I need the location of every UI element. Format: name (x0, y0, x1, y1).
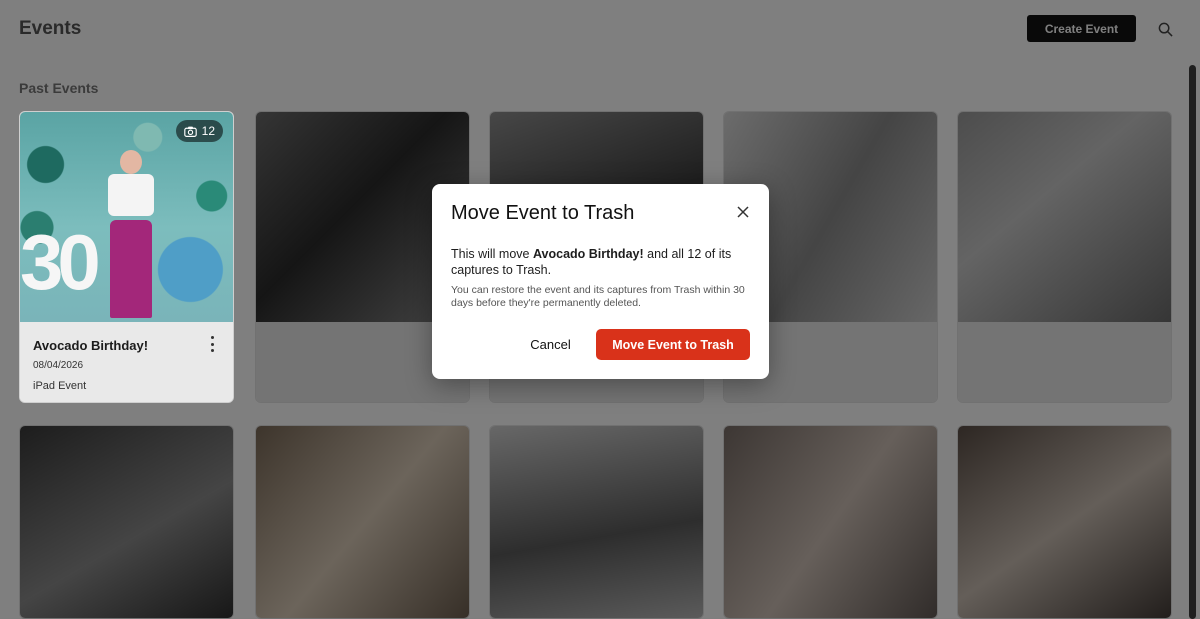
capture-count: 12 (201, 124, 215, 138)
message-event-name: Avocado Birthday! (532, 247, 644, 261)
dialog-note: You can restore the event and its captur… (451, 284, 745, 309)
dialog-message: This will move Avocado Birthday! and all… (451, 246, 751, 278)
cancel-button[interactable]: Cancel (522, 331, 579, 357)
camera-icon (183, 126, 197, 137)
event-card-avocado-birthday[interactable]: 30 12 Avocado Birthday! 08/04/2026 iPad … (19, 111, 234, 403)
person-figure (100, 150, 162, 318)
thumbnail-number-30: 30 (20, 218, 101, 306)
event-type: iPad Event (33, 380, 87, 392)
capture-count-badge: 12 (175, 120, 223, 142)
close-icon[interactable] (737, 206, 749, 218)
move-to-trash-button[interactable]: Move Event to Trash (596, 329, 750, 360)
move-to-trash-dialog: Move Event to Trash This will move Avoca… (432, 184, 769, 379)
more-vertical-icon[interactable] (207, 336, 217, 352)
message-prefix: This will move (451, 247, 533, 261)
event-thumbnail: 30 (20, 112, 233, 322)
card-info: Avocado Birthday! 08/04/2026 iPad Event (20, 322, 233, 402)
event-name: Avocado Birthday! (33, 338, 149, 353)
event-date: 08/04/2026 (33, 360, 84, 371)
dialog-title: Move Event to Trash (451, 202, 635, 224)
